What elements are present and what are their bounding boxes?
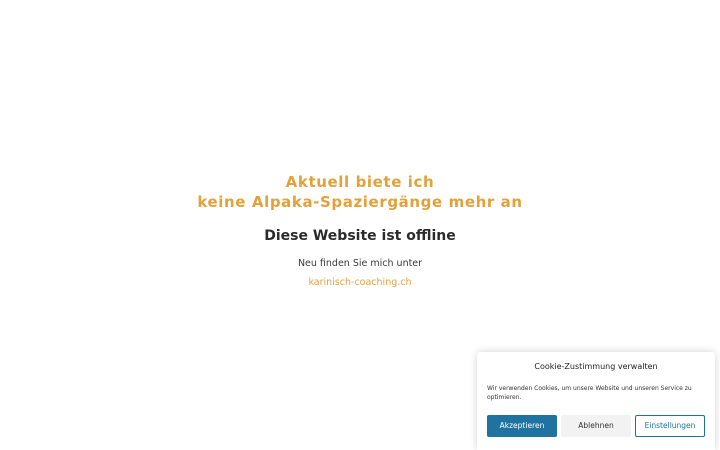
offline-notice: Aktuell biete ich keine Alpaka-Spaziergä…	[0, 172, 720, 289]
page: Aktuell biete ich keine Alpaka-Spaziergä…	[0, 0, 720, 450]
new-location-text: Neu finden Sie mich unter	[297, 258, 423, 269]
decline-button[interactable]: Ablehnen	[561, 415, 631, 437]
cookie-description: Wir verwenden Cookies, um unsere Website…	[487, 385, 692, 401]
headline: Aktuell biete ich keine Alpaka-Spaziergä…	[0, 172, 720, 212]
settings-button[interactable]: Einstellungen	[635, 415, 705, 437]
new-site-link[interactable]: karinisch-coaching.ch	[308, 277, 411, 289]
offline-subtitle: Diese Website ist offline	[264, 228, 456, 244]
headline-line-2: keine Alpaka-Spaziergänge mehr an	[197, 193, 523, 211]
cookie-consent-banner: Cookie-Zustimmung verwalten Wir verwende…	[477, 352, 715, 450]
accept-button[interactable]: Akzeptieren	[487, 415, 557, 437]
headline-line-1: Aktuell biete ich	[285, 173, 435, 191]
cookie-title: Cookie-Zustimmung verwalten	[534, 362, 658, 371]
